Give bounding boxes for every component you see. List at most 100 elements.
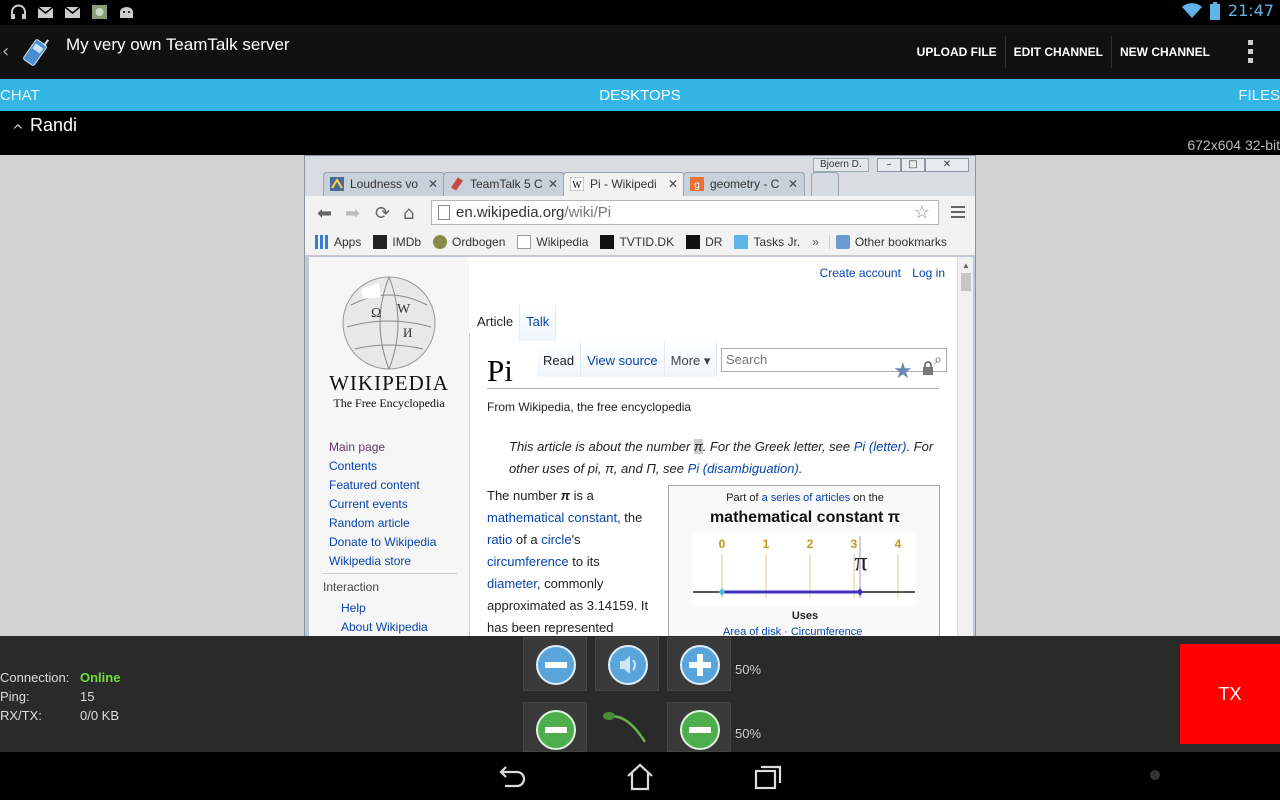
create-account-link[interactable]: Create account — [820, 266, 901, 280]
diameter-link[interactable]: diameter — [487, 576, 537, 591]
nav-help[interactable]: Help — [341, 599, 428, 618]
url-path: /wiki/Pi — [564, 204, 612, 221]
close-tab-icon[interactable]: ✕ — [548, 173, 558, 195]
infobox-uses-links[interactable]: Area of disk · Circumference — [723, 626, 862, 636]
back-arrow-icon[interactable]: ⬅ — [317, 203, 332, 224]
circumference-link[interactable]: circumference — [487, 554, 569, 569]
wiki-nav: Main page Contents Featured content Curr… — [329, 438, 436, 571]
minus-blue-icon — [536, 645, 576, 685]
browser-window-frame: Bjoern D. – □ ✕ Loudness vo ✕ TeamTalk 5… — [305, 156, 975, 256]
svg-text:W: W — [397, 302, 411, 317]
upload-file-button[interactable]: UPLOAD FILE — [909, 36, 1006, 68]
nav-donate[interactable]: Donate to Wikipedia — [329, 533, 436, 552]
tab-desktops[interactable]: DESKTOPS — [0, 87, 1280, 104]
infobox: Part of a series of articles on the math… — [668, 485, 940, 636]
collapse-chevron-icon[interactable]: ^ — [12, 123, 24, 139]
home-icon[interactable] — [625, 762, 655, 792]
ping-label: Ping: — [0, 689, 30, 704]
tab-files[interactable]: FILES — [1238, 87, 1280, 104]
up-chevron-icon[interactable]: ‹ — [2, 41, 9, 62]
page-scrollbar[interactable]: ▲ — [957, 257, 973, 636]
browser-tab-teamtalk[interactable]: TeamTalk 5 C ✕ — [443, 172, 565, 196]
back-icon[interactable] — [497, 762, 527, 792]
volume-down-button[interactable] — [523, 637, 587, 691]
tick-label: 4 — [895, 537, 902, 551]
teamtalk-app-icon[interactable] — [20, 35, 52, 69]
wikipedia-globe-logo[interactable]: Ω W И — [341, 275, 437, 371]
reload-icon[interactable]: ⟳ — [375, 203, 390, 224]
nav-random-article[interactable]: Random article — [329, 514, 436, 533]
close-window-button[interactable]: ✕ — [925, 158, 969, 172]
close-tab-icon[interactable]: ✕ — [668, 173, 678, 195]
wiki-search-input[interactable]: Search ⌕ — [721, 348, 947, 372]
microphone-toggle[interactable] — [595, 702, 659, 752]
pi-disambiguation-link[interactable]: Pi (disambiguation) — [688, 461, 799, 476]
bookmark-tvtid[interactable]: TVTID.DK — [600, 234, 674, 249]
browser-profile-badge[interactable]: Bjoern D. — [813, 158, 869, 172]
browser-tab-loudness[interactable]: Loudness vo ✕ — [323, 172, 445, 196]
pi-letter-link[interactable]: Pi (letter) — [854, 439, 907, 454]
menu-dot-icon[interactable] — [1150, 770, 1160, 780]
home-icon[interactable]: ⌂ — [403, 203, 414, 224]
scroll-thumb[interactable] — [961, 273, 971, 291]
browser-tab-label: geometry - C — [710, 177, 780, 191]
bookmark-dr[interactable]: DR — [686, 234, 722, 249]
url-host: en.wikipedia.org — [456, 204, 565, 221]
shared-desktop-view[interactable]: Bjoern D. – □ ✕ Loudness vo ✕ TeamTalk 5… — [304, 155, 976, 636]
browser-tab-pi[interactable]: W Pi - Wikipedi ✕ — [563, 172, 685, 196]
mathematical-constant-link[interactable]: mathematical constant — [487, 510, 617, 525]
speaker-mute-button[interactable] — [595, 637, 659, 691]
nav-contents[interactable]: Contents — [329, 457, 436, 476]
bookmarks-overflow-chevron[interactable]: » — [812, 235, 819, 249]
maximize-button[interactable]: □ — [901, 158, 925, 172]
chrome-menu-icon[interactable] — [951, 206, 965, 221]
mic-gain-down-button[interactable] — [523, 702, 587, 752]
forward-arrow-icon[interactable]: ➡ — [345, 203, 360, 224]
desktop-user-row[interactable]: ^ Randi 672x604 32-bit — [0, 111, 1280, 155]
circle-link[interactable]: circle — [541, 532, 571, 547]
bookmark-ordbogen[interactable]: Ordbogen — [433, 234, 505, 249]
log-in-link[interactable]: Log in — [912, 266, 945, 280]
series-link[interactable]: a series of articles — [762, 492, 851, 504]
new-channel-button[interactable]: NEW CHANNEL — [1112, 36, 1218, 68]
section-tabs: CHAT DESKTOPS FILES — [0, 79, 1280, 111]
overflow-menu-icon[interactable] — [1248, 40, 1254, 66]
tab-article[interactable]: Article — [471, 305, 521, 341]
nav-main-page[interactable]: Main page — [329, 438, 436, 457]
tab-more[interactable]: More ▾ — [664, 341, 718, 377]
ping-value: 15 — [80, 689, 95, 704]
search-icon[interactable]: ⌕ — [934, 351, 942, 368]
close-tab-icon[interactable]: ✕ — [788, 173, 798, 195]
address-bar[interactable]: en.wikipedia.org/wiki/Pi ☆ — [431, 200, 939, 225]
nav-about[interactable]: About Wikipedia — [341, 618, 428, 636]
scroll-up-arrow-icon[interactable]: ▲ — [962, 261, 970, 270]
edit-channel-button[interactable]: EDIT CHANNEL — [1006, 36, 1112, 68]
nav-featured-content[interactable]: Featured content — [329, 476, 436, 495]
mic-gain-up-button[interactable] — [667, 702, 731, 752]
close-tab-icon[interactable]: ✕ — [428, 173, 438, 195]
watch-star-icon[interactable]: ★ — [893, 358, 913, 384]
minimize-button[interactable]: – — [877, 158, 901, 172]
teamtalk-favicon-icon — [451, 177, 463, 191]
volume-up-button[interactable] — [667, 637, 731, 691]
bookmark-star-icon[interactable]: ☆ — [914, 201, 930, 224]
nav-current-events[interactable]: Current events — [329, 495, 436, 514]
browser-tab-geometry[interactable]: g geometry - C ✕ — [683, 172, 805, 196]
bookmark-apps[interactable]: Apps — [315, 234, 361, 249]
bookmark-tasks[interactable]: Tasks Jr. — [734, 234, 800, 249]
para-text: of a — [512, 532, 542, 547]
bookmark-wikipedia[interactable]: Wikipedia — [517, 234, 588, 249]
wiki-sidebar: Ω W И WIKIPEDIA The Free Encyclopedia Ma… — [309, 257, 469, 636]
lock-icon — [923, 361, 933, 375]
infobox-series-note: Part of a series of articles on the — [669, 492, 941, 504]
new-tab-button[interactable] — [811, 172, 839, 196]
recent-apps-icon[interactable] — [753, 762, 783, 792]
tab-view-source[interactable]: View source — [581, 341, 665, 377]
tab-talk[interactable]: Talk — [520, 305, 557, 341]
transmit-button[interactable]: TX — [1180, 644, 1280, 744]
bookmark-imdb[interactable]: IMDb — [373, 234, 421, 249]
nav-store[interactable]: Wikipedia store — [329, 552, 436, 571]
bookmark-other[interactable]: Other bookmarks — [828, 234, 947, 249]
tab-read[interactable]: Read — [537, 341, 582, 377]
ratio-link[interactable]: ratio — [487, 532, 512, 547]
